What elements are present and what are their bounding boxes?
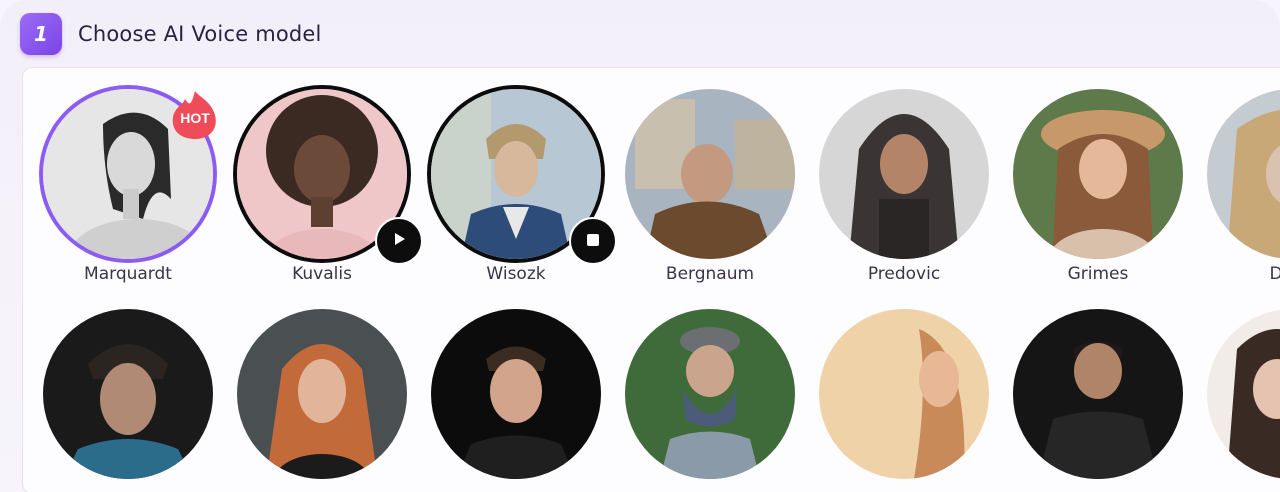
voice-avatar[interactable] [819,89,989,259]
play-icon [391,231,407,251]
voice-avatar[interactable] [625,309,795,479]
voice-avatar[interactable] [625,89,795,259]
voice-avatar[interactable] [43,309,213,479]
stop-icon [586,232,600,251]
voice-name: Predovic [867,264,941,284]
stop-button[interactable] [569,217,617,265]
voice-name: Grimes [1067,264,1129,284]
voice-name: Wisozk [486,264,546,284]
voice-avatar[interactable] [1013,89,1183,259]
voice-avatar[interactable] [431,309,601,479]
voice-name: Daug [1187,264,1280,284]
hot-badge: HOT [171,89,219,139]
voice-model-section: 1 Choose AI Voice model HOT Marquardt Ku… [0,0,1280,492]
voice-avatar[interactable] [1013,309,1183,479]
section-header: 1 Choose AI Voice model [20,12,322,56]
voice-avatar[interactable] [1207,89,1280,259]
voice-grid-panel: HOT Marquardt Kuvalis Wisozk Bergnaum Pr… [22,67,1280,492]
hot-badge-label: HOT [180,110,210,126]
section-title: Choose AI Voice model [78,22,322,46]
voice-avatar[interactable] [1207,309,1280,479]
step-number-badge: 1 [20,13,62,55]
voice-name: Marquardt [84,264,172,284]
play-button[interactable] [375,217,423,265]
voice-avatar[interactable] [819,309,989,479]
voice-avatar[interactable] [237,309,407,479]
voice-name: Kuvalis [292,264,352,284]
voice-name: Bergnaum [665,264,755,284]
